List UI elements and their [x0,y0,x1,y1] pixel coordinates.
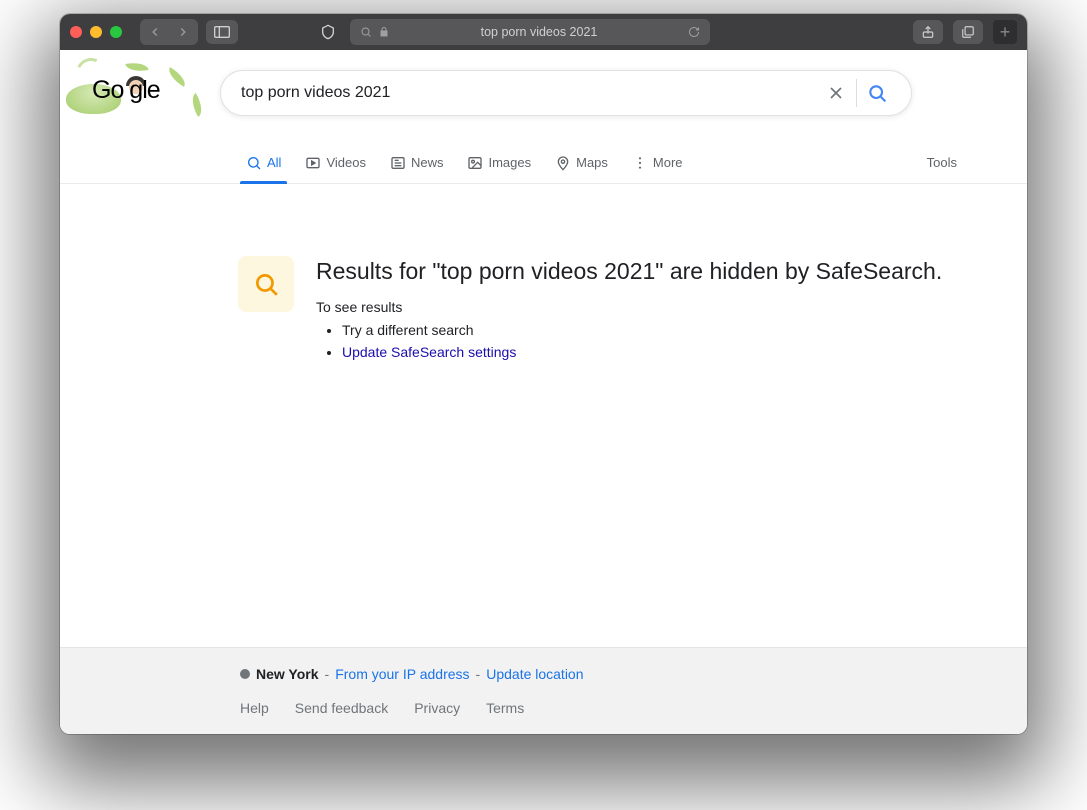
page-footer: New York - From your IP address - Update… [60,647,1027,734]
footer-links: Help Send feedback Privacy Terms [240,700,1027,716]
tools-button[interactable]: Tools [927,155,957,170]
address-bar-text: top porn videos 2021 [396,25,682,39]
clear-search-button[interactable] [816,83,856,103]
footer-privacy-link[interactable]: Privacy [414,700,460,716]
footer-location: New York - From your IP address - Update… [240,666,1027,682]
tab-label: News [411,155,444,170]
forward-button[interactable] [170,21,196,43]
reload-icon[interactable] [688,26,700,38]
results-area: Results for "top porn videos 2021" are h… [60,184,1027,647]
window-controls [70,26,122,38]
location-name: New York [256,666,319,682]
location-dot-icon [240,669,250,679]
lock-icon [378,26,390,38]
image-icon [467,155,483,171]
update-location-link[interactable]: Update location [486,666,583,682]
news-icon [390,155,406,171]
more-icon [632,155,648,171]
search-tabs: All Videos News Images Maps More [60,142,1027,184]
minimize-window-button[interactable] [90,26,102,38]
google-doodle-icon: Go gle [66,56,206,116]
google-logo[interactable]: Go gle [60,56,210,116]
safesearch-icon-box [238,256,294,312]
search-icon [253,271,279,297]
share-button[interactable] [913,20,943,44]
safesearch-message: Results for "top porn videos 2021" are h… [316,256,942,364]
tab-more[interactable]: More [624,142,691,183]
new-tab-button[interactable]: + [993,20,1017,44]
privacy-shield-button[interactable] [314,20,342,44]
close-window-button[interactable] [70,26,82,38]
nav-history-group [140,19,198,45]
safesearch-subheading: To see results [316,299,942,315]
tab-images[interactable]: Images [459,142,539,183]
search-input[interactable] [241,84,816,102]
search-icon [246,155,262,171]
toolbar-right-group: + [913,20,1017,44]
safesearch-tip: Try a different search [342,319,942,341]
back-button[interactable] [142,21,168,43]
safesearch-heading: Results for "top porn videos 2021" are h… [316,256,942,287]
tab-label: Maps [576,155,608,170]
from-ip-link[interactable]: From your IP address [335,666,469,682]
tab-videos[interactable]: Videos [297,142,374,183]
search-header: Go gle [60,50,1027,116]
search-bar [220,70,912,116]
fullscreen-window-button[interactable] [110,26,122,38]
footer-feedback-link[interactable]: Send feedback [295,700,388,716]
dash: - [476,666,481,682]
search-icon [867,83,887,103]
footer-terms-link[interactable]: Terms [486,700,524,716]
tabs-overview-button[interactable] [953,20,983,44]
search-icon [360,26,372,38]
update-safesearch-link[interactable]: Update SafeSearch settings [342,344,516,360]
search-submit-button[interactable] [857,83,897,103]
tab-label: Videos [326,155,366,170]
browser-toolbar: top porn videos 2021 + [60,14,1027,50]
page-content: Go gle All Videos [60,50,1027,734]
tab-news[interactable]: News [382,142,452,183]
close-icon [826,83,846,103]
tab-label: More [653,155,683,170]
footer-help-link[interactable]: Help [240,700,269,716]
video-icon [305,155,321,171]
tab-maps[interactable]: Maps [547,142,616,183]
tab-label: All [267,155,281,170]
dash: - [325,666,330,682]
tab-label: Images [488,155,531,170]
sidebar-toggle-button[interactable] [206,20,238,44]
pin-icon [555,155,571,171]
address-bar[interactable]: top porn videos 2021 [350,19,710,45]
tab-all[interactable]: All [238,142,289,183]
safesearch-notice: Results for "top porn videos 2021" are h… [238,256,1027,364]
safari-window: top porn videos 2021 + Go gle [60,14,1027,734]
